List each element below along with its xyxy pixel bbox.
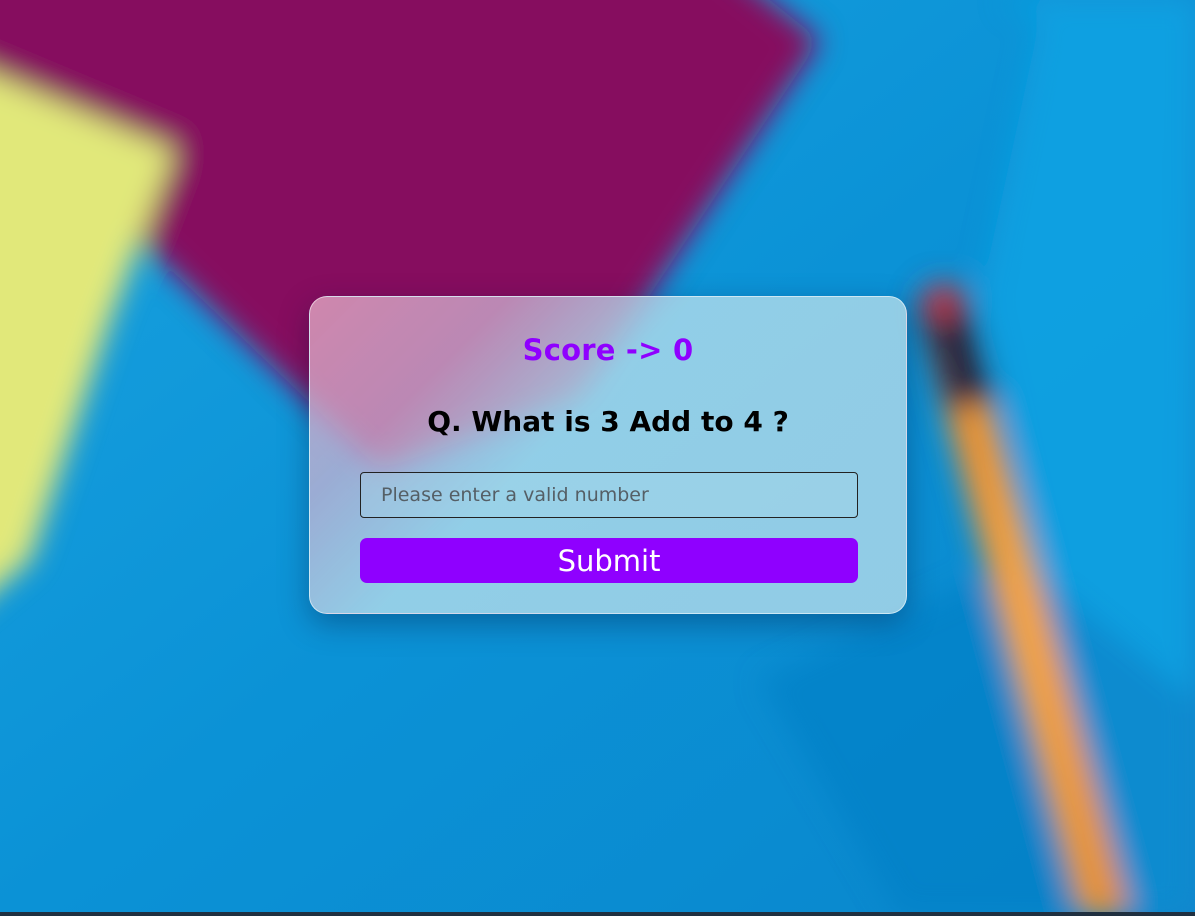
quiz-card: Score -> 0 Q. What is 3 Add to 4 ? Submi…	[309, 296, 907, 614]
question-text: Q. What is 3 Add to 4 ?	[427, 405, 789, 438]
answer-input[interactable]	[360, 472, 858, 518]
score-display: Score -> 0	[522, 333, 694, 367]
bottom-edge-line	[0, 912, 1195, 916]
submit-button[interactable]: Submit	[360, 538, 858, 583]
